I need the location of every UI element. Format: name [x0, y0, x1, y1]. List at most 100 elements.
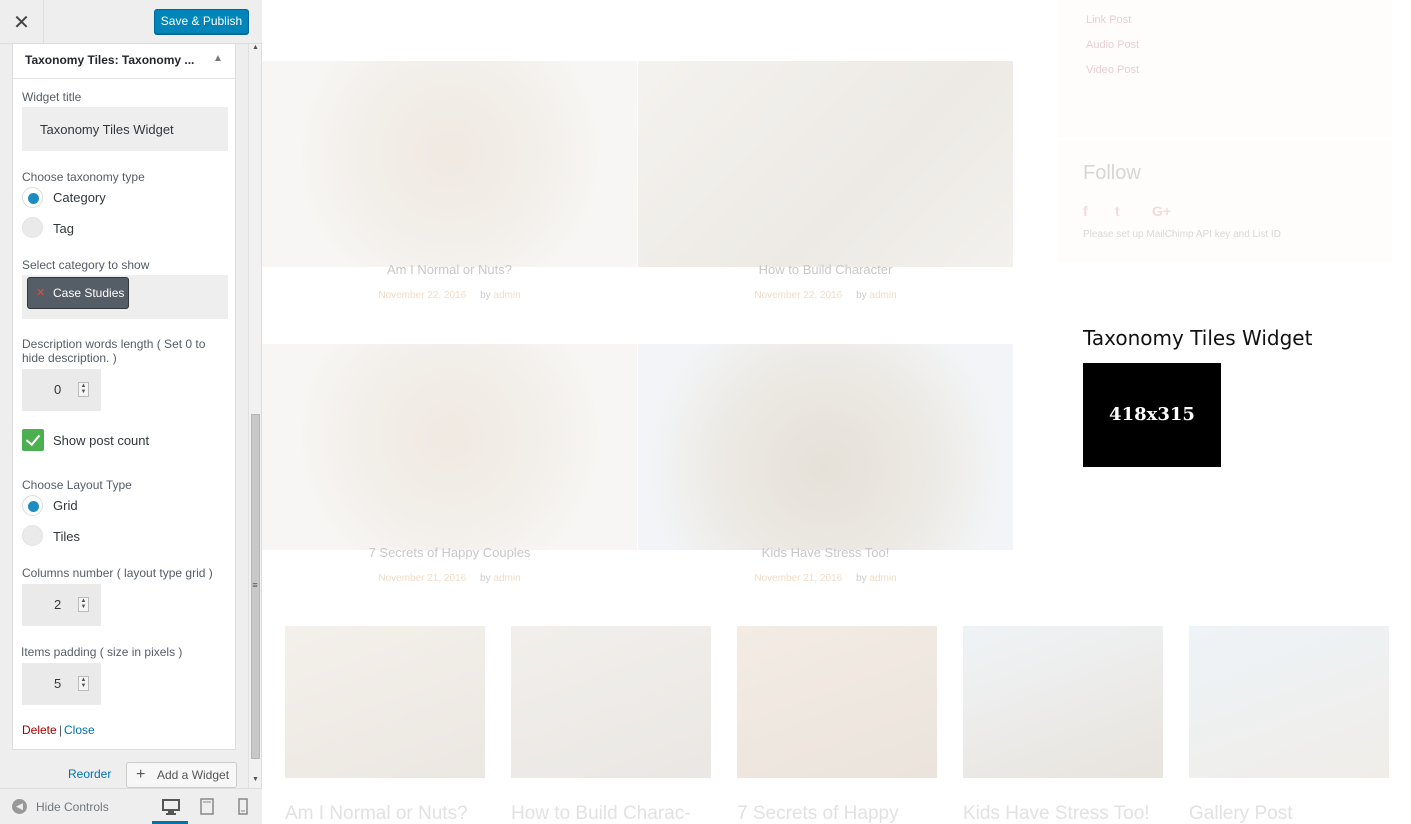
link-separator: | — [59, 723, 63, 737]
desc-length-stepper[interactable]: 0 ▲ ▼ — [22, 369, 101, 411]
widget-header[interactable]: Taxonomy Tiles: Taxonomy ... ▲ — [13, 44, 235, 79]
add-widget-button[interactable]: + Add a Widget — [126, 762, 237, 788]
tablet-icon[interactable] — [196, 797, 218, 817]
radio-category[interactable] — [22, 187, 43, 208]
post-date: November 22, 2016 — [378, 290, 467, 301]
sidebar-link[interactable]: Video Post — [1086, 64, 1139, 76]
post-author[interactable]: admin — [493, 290, 520, 301]
post-meta: November 21, 2016 by admin — [638, 573, 1013, 584]
columns-number-value: 2 — [54, 597, 62, 612]
widget-header-title: Taxonomy Tiles: Taxonomy ... — [25, 53, 195, 67]
reorder-link[interactable]: Reorder — [68, 767, 111, 781]
layout-type-label: Choose Layout Type — [22, 478, 132, 492]
post-author[interactable]: admin — [869, 290, 896, 301]
scroll-down-icon[interactable]: ▼ — [249, 776, 262, 783]
carousel-title[interactable]: How to Build Charac- — [511, 803, 691, 824]
taxonomy-widget-title: Taxonomy Tiles Widget — [1083, 326, 1313, 350]
stepper-arrows-icon[interactable]: ▲ ▼ — [78, 382, 89, 397]
hide-controls-button[interactable]: Hide Controls — [36, 800, 109, 814]
taxonomy-type-label: Choose taxonomy type — [22, 170, 145, 184]
scroll-up-icon[interactable]: ▲ — [249, 44, 262, 51]
post-meta: November 21, 2016 by admin — [262, 573, 637, 584]
recent-posts-panel: Link Post Audio Post Video Post — [1057, 0, 1392, 138]
customizer-sidebar: ✕ Save & Publish Taxonomy Tiles: Taxonom… — [0, 0, 262, 824]
category-chip[interactable]: ✕ Case Studies — [27, 277, 129, 309]
post-meta: November 22, 2016 by admin — [638, 290, 1013, 301]
post-title[interactable]: Am I Normal or Nuts? — [262, 262, 637, 277]
widget-title-value: Taxonomy Tiles Widget — [40, 122, 174, 137]
radio-grid[interactable] — [22, 495, 43, 516]
radio-tiles-label: Tiles — [53, 529, 80, 544]
post-author[interactable]: admin — [493, 573, 520, 584]
scroll-grip-icon: ≡ — [252, 580, 258, 590]
post-title[interactable]: Kids Have Stress Too! — [638, 545, 1013, 560]
carousel-image[interactable] — [1189, 626, 1389, 778]
sidebar-link[interactable]: Audio Post — [1086, 39, 1139, 51]
post-by: by — [480, 290, 491, 301]
widget-panel: Taxonomy Tiles: Taxonomy ... ▲ Widget ti… — [0, 44, 262, 788]
post-title[interactable]: 7 Secrets of Happy Couples — [262, 545, 637, 560]
columns-number-label: Columns number ( layout type grid ) — [22, 566, 213, 580]
plus-icon: + — [136, 766, 146, 783]
carousel-image[interactable] — [737, 626, 937, 778]
sidebar-link[interactable]: Link Post — [1086, 14, 1131, 26]
post-tile[interactable]: How to Build Character November 22, 2016… — [638, 61, 1013, 343]
post-tile[interactable]: 7 Secrets of Happy Couples November 21, … — [262, 344, 637, 626]
post-image — [638, 61, 1013, 267]
carousel-image[interactable] — [963, 626, 1163, 778]
show-post-count-checkbox[interactable] — [22, 429, 44, 451]
stepper-arrows-icon[interactable]: ▲ ▼ — [78, 676, 89, 691]
carousel-image[interactable] — [511, 626, 711, 778]
carousel-title[interactable]: Kids Have Stress Too! — [963, 803, 1150, 824]
desc-length-value: 0 — [54, 382, 62, 397]
carousel-title[interactable]: Am I Normal or Nuts? — [285, 803, 468, 824]
customizer-header: ✕ Save & Publish — [0, 0, 262, 44]
twitter-icon[interactable]: t — [1115, 203, 1120, 219]
widget-title-field[interactable]: Taxonomy Tiles Widget — [22, 107, 228, 151]
show-post-count-label: Show post count — [53, 433, 150, 448]
radio-tag[interactable] — [22, 217, 43, 238]
follow-panel — [1057, 140, 1392, 262]
items-padding-value: 5 — [54, 676, 62, 691]
google-plus-icon[interactable]: G+ — [1152, 203, 1171, 219]
hide-controls-icon[interactable]: ◀ — [12, 799, 27, 814]
customizer-footer: ◀ Hide Controls — [0, 788, 262, 824]
radio-tiles[interactable] — [22, 525, 43, 546]
taxonomy-tile-thumbnail[interactable]: 418x315 — [1083, 363, 1221, 467]
post-title[interactable]: How to Build Character — [638, 262, 1013, 277]
close-icon[interactable]: ✕ — [0, 0, 44, 44]
remove-icon[interactable]: ✕ — [36, 278, 45, 308]
columns-number-stepper[interactable]: 2 ▲ ▼ — [22, 584, 101, 626]
facebook-icon[interactable]: f — [1083, 203, 1088, 219]
stepper-arrows-icon[interactable]: ▲ ▼ — [78, 597, 89, 612]
category-select-label: Select category to show — [22, 258, 150, 272]
carousel-image[interactable] — [285, 626, 485, 778]
desktop-icon[interactable] — [160, 797, 182, 817]
sidebar-scrollbar[interactable]: ▲ ≡ ▼ — [248, 44, 261, 788]
items-padding-stepper[interactable]: 5 ▲ ▼ — [22, 663, 101, 705]
site-preview: Am I Normal or Nuts? November 22, 2016 b… — [262, 0, 1411, 824]
post-tile[interactable]: Am I Normal or Nuts? November 22, 2016 b… — [262, 61, 637, 343]
post-date: November 22, 2016 — [754, 290, 843, 301]
follow-title: Follow — [1083, 162, 1141, 184]
post-by: by — [856, 573, 867, 584]
mobile-icon[interactable] — [232, 797, 254, 817]
save-publish-button[interactable]: Save & Publish — [154, 9, 249, 34]
post-image — [262, 344, 637, 550]
chevron-up-icon[interactable]: ▲ — [213, 53, 223, 64]
close-link[interactable]: Close — [64, 723, 95, 737]
post-tile[interactable]: Kids Have Stress Too! November 21, 2016 … — [638, 344, 1013, 626]
post-meta: November 22, 2016 by admin — [262, 290, 637, 301]
post-by: by — [856, 290, 867, 301]
add-widget-label: Add a Widget — [157, 768, 230, 782]
widget-title-label: Widget title — [22, 90, 82, 104]
mailchimp-note: Please set up MailChimp API key and List… — [1083, 229, 1281, 240]
post-date: November 21, 2016 — [754, 573, 843, 584]
delete-link[interactable]: Delete — [22, 723, 57, 737]
carousel-title[interactable]: Gallery Post — [1189, 803, 1292, 824]
post-author[interactable]: admin — [869, 573, 896, 584]
carousel-title[interactable]: 7 Secrets of Happy — [737, 803, 899, 824]
desc-length-label: Description words length ( Set 0 to hide… — [22, 337, 206, 365]
widget-form: Taxonomy Tiles: Taxonomy ... ▲ Widget ti… — [12, 44, 236, 750]
post-image — [638, 344, 1013, 550]
